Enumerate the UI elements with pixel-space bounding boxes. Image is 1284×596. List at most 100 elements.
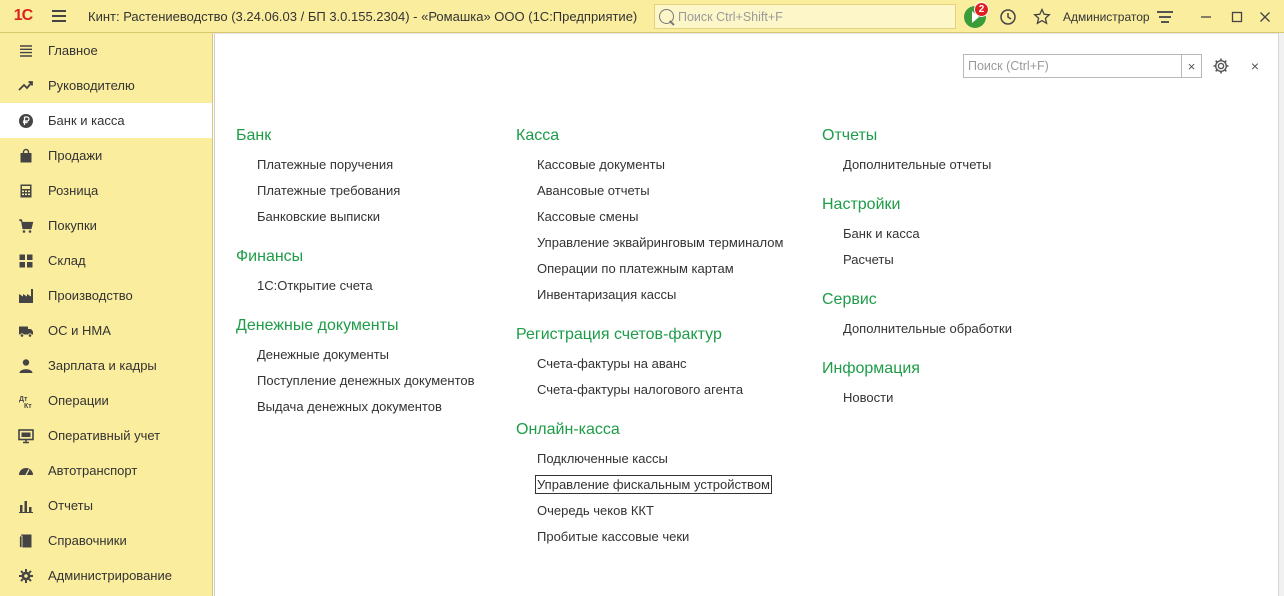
global-search-placeholder: Поиск Ctrl+Shift+F: [678, 9, 783, 24]
section-link[interactable]: Кассовые смены: [516, 204, 783, 230]
sidebar-item[interactable]: Розница: [0, 173, 212, 208]
history-button[interactable]: [996, 4, 1020, 29]
list-icon: [18, 43, 34, 59]
panel-close-button[interactable]: ×: [1245, 56, 1265, 76]
minimize-button[interactable]: [1194, 4, 1218, 29]
settings-menu-button[interactable]: [1155, 4, 1175, 29]
book-icon: [18, 533, 34, 549]
section-link[interactable]: Авансовые отчеты: [516, 178, 783, 204]
sidebar-item-label: Розница: [48, 183, 99, 198]
shopping-bag-icon: [18, 148, 34, 164]
section-link-label: Новости: [843, 390, 894, 405]
sidebar-item-label: Зарплата и кадры: [48, 358, 157, 373]
menu-section: Касса Кассовые документы Авансовые отчеты К…: [516, 125, 783, 308]
sidebar-item-label: Производство: [48, 288, 133, 303]
menu-section: Денежные документы Денежные документы Пост…: [236, 315, 475, 420]
sidebar-item[interactable]: Администрирование: [0, 558, 212, 593]
cart-icon: [18, 218, 34, 234]
section-link[interactable]: Новости: [822, 385, 1012, 411]
panel-settings-button[interactable]: [1211, 56, 1231, 76]
maximize-button[interactable]: [1225, 4, 1249, 29]
section-link[interactable]: Расчеты: [822, 247, 1012, 273]
sidebar-item[interactable]: Банк и касса: [0, 103, 212, 138]
scrollbar-strip: [1278, 33, 1284, 596]
menu-section: Регистрация счетов-фактур Счета-фактуры н…: [516, 324, 783, 403]
current-user[interactable]: Администратор: [1063, 10, 1150, 24]
section-link[interactable]: Дополнительные отчеты: [822, 152, 1012, 178]
menu-section: Сервис Дополнительные обработки: [822, 289, 1012, 342]
section-link[interactable]: Дополнительные обработки: [822, 316, 1012, 342]
section-link[interactable]: Платежные требования: [236, 178, 475, 204]
search-clear-button[interactable]: ×: [1182, 54, 1202, 78]
section-link[interactable]: Подключенные кассы: [516, 446, 783, 472]
svg-text:Кт: Кт: [24, 403, 32, 409]
section-link[interactable]: Банк и касса: [822, 221, 1012, 247]
sidebar-item-label: Оперативный учет: [48, 428, 161, 443]
section-link[interactable]: Пробитые кассовые чеки: [516, 524, 783, 550]
section-link[interactable]: Операции по платежным картам: [516, 256, 783, 282]
search-icon: [659, 9, 674, 24]
sidebar-item[interactable]: Покупки: [0, 208, 212, 243]
section-link-label: Кассовые смены: [537, 209, 639, 224]
sidebar-item[interactable]: Продажи: [0, 138, 212, 173]
sidebar-item-label: Руководителю: [48, 78, 135, 93]
window-close-button[interactable]: [1253, 4, 1277, 29]
sidebar-item[interactable]: Склад: [0, 243, 212, 278]
section-link[interactable]: Управление фискальным устройством: [516, 472, 783, 498]
notifications-button[interactable]: 2: [962, 2, 989, 29]
section-link[interactable]: Денежные документы: [236, 342, 475, 368]
debit-credit-icon: Дт Кт: [18, 393, 34, 409]
section-title: Банк: [236, 127, 272, 144]
factory-icon: [18, 288, 34, 304]
section-link[interactable]: Управление эквайринговым терминалом: [516, 230, 783, 256]
sidebar-item-label: Продажи: [48, 148, 103, 163]
sidebar-item[interactable]: Автотранспорт: [0, 453, 212, 488]
favorites-button[interactable]: [1030, 4, 1054, 29]
menu-section: Отчеты Дополнительные отчеты: [822, 125, 1012, 178]
sidebar-item[interactable]: Дт Кт Операции: [0, 383, 212, 418]
minimize-icon: [1201, 15, 1211, 18]
section-link[interactable]: 1С:Открытие счета: [236, 273, 475, 299]
global-search-input[interactable]: Поиск Ctrl+Shift+F: [654, 4, 956, 29]
section-link[interactable]: Платежные поручения: [236, 152, 475, 178]
section-link[interactable]: Выдача денежных документов: [236, 394, 475, 420]
section-link-label: Управление эквайринговым терминалом: [537, 235, 784, 250]
column-1: Банк Платежные поручения Платежные требова…: [236, 125, 475, 436]
sidebar-item[interactable]: Справочники: [0, 523, 212, 558]
panel-search-input[interactable]: Поиск (Ctrl+F): [963, 54, 1182, 78]
sidebar-item[interactable]: Зарплата и кадры: [0, 348, 212, 383]
notification-count-badge: 2: [974, 2, 989, 17]
section-link[interactable]: Банковские выписки: [236, 204, 475, 230]
section-link-label: Операции по платежным картам: [537, 261, 734, 276]
main-menu-button[interactable]: [46, 0, 72, 33]
sidebar-item-label: Справочники: [48, 533, 127, 548]
section-link-label: Очередь чеков ККТ: [537, 503, 654, 518]
sidebar-item[interactable]: Производство: [0, 278, 212, 313]
sidebar-item-label: Операции: [48, 393, 109, 408]
sidebar-item[interactable]: Отчеты: [0, 488, 212, 523]
sidebar-item[interactable]: Руководителю: [0, 68, 212, 103]
section-link[interactable]: Счета-фактуры налогового агента: [516, 377, 783, 403]
section-link[interactable]: Инвентаризация кассы: [516, 282, 783, 308]
section-link[interactable]: Поступление денежных документов: [236, 368, 475, 394]
sidebar-item-label: Автотранспорт: [48, 463, 138, 478]
sidebar-item[interactable]: Оперативный учет: [0, 418, 212, 453]
sidebar-item-label: Отчеты: [48, 498, 93, 513]
section-link-label: Поступление денежных документов: [257, 373, 475, 388]
close-icon: [1260, 11, 1270, 22]
person-icon: [18, 358, 34, 374]
section-link[interactable]: Кассовые документы: [516, 152, 783, 178]
sidebar-item[interactable]: ОС и НМА: [0, 313, 212, 348]
section-link-label: Дополнительные обработки: [843, 321, 1012, 336]
section-link[interactable]: Очередь чеков ККТ: [516, 498, 783, 524]
star-icon: [1033, 7, 1051, 25]
1c-logo-icon[interactable]: 1С: [0, 0, 46, 33]
sidebar-item-label: Администрирование: [48, 568, 172, 583]
section-link-label: Выдача денежных документов: [257, 399, 442, 414]
gear-icon: [1213, 58, 1229, 74]
sidebar-item-label: Главное: [48, 43, 98, 58]
sidebar-item[interactable]: Главное: [0, 33, 212, 68]
warehouse-grid-icon: [18, 253, 34, 269]
maximize-icon: [1231, 11, 1243, 22]
section-link[interactable]: Счета-фактуры на аванс: [516, 351, 783, 377]
